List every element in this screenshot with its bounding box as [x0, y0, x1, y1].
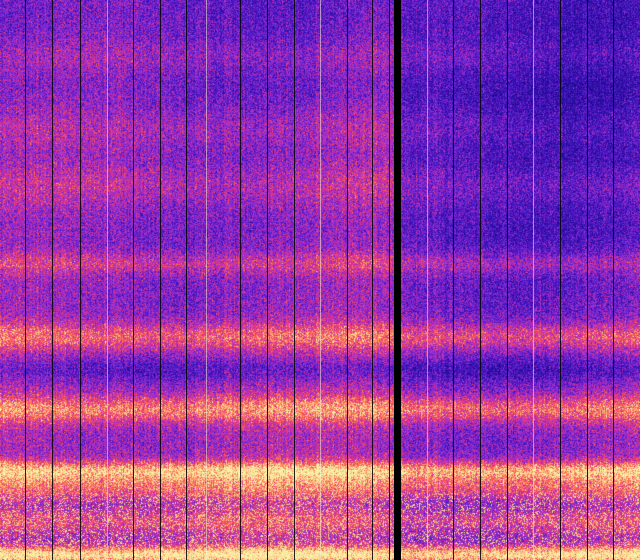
spectrogram-view [0, 0, 640, 560]
spectrogram-image [0, 0, 640, 560]
segment-divider [394, 0, 401, 560]
